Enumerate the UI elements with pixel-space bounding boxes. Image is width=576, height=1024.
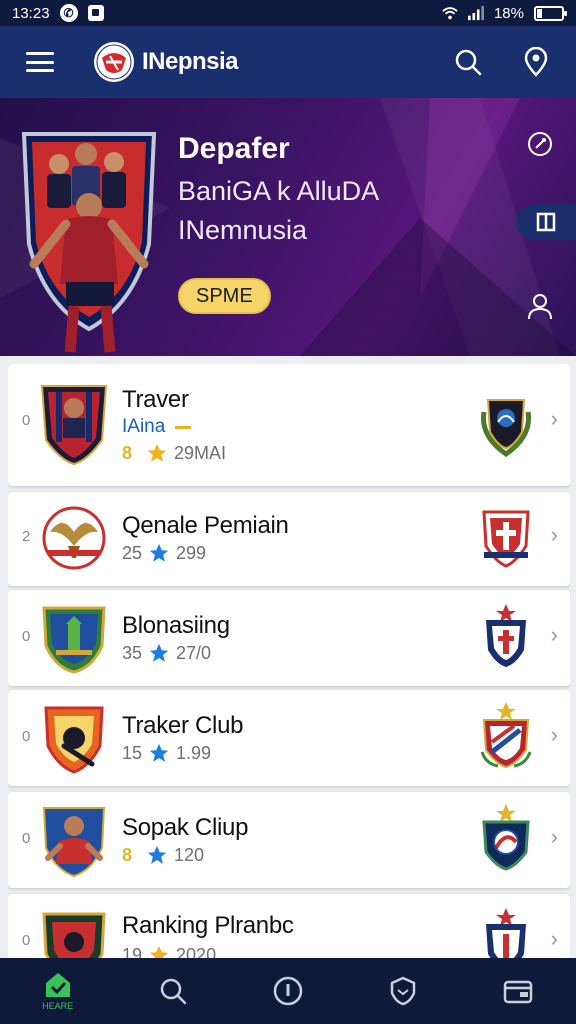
item-name: Qenale Pemiain [122,512,289,539]
star-icon [147,845,167,864]
eagle-crest-icon [42,506,106,570]
item-meta: 15 1.99 [122,742,211,764]
item-rank: 0 [22,830,31,847]
star-icon [149,543,169,562]
battery-fill [537,8,542,18]
wifi-icon [442,5,458,21]
item-name: Blonasiing [122,612,230,639]
search-icon [160,978,187,1005]
hero-subtitle-2: INemnusia [178,215,308,245]
item-sub-text: IAina [122,416,166,437]
chevron-right-icon: › [550,522,558,547]
user-icon[interactable] [524,290,556,322]
list-item[interactable]: 0 Ranking Plranbc 19 2020 › [8,894,570,960]
chevron-right-icon: › [550,406,558,431]
chevron-right-icon: › [550,622,558,647]
blue-star-crest-icon [486,604,526,667]
player-crest-icon [40,385,108,466]
signal-icon [467,5,484,21]
home-icon [45,973,70,997]
whatsapp-icon: ✆ [59,4,78,22]
star-icon [147,443,167,462]
item-meta-right: 27/0 [176,642,212,663]
nav-wallet[interactable] [488,961,548,1021]
search-icon[interactable] [452,46,484,78]
nav-shield[interactable] [373,961,433,1021]
item-meta-right: 29MAI [174,442,227,463]
player2-crest-icon [42,807,106,878]
orange-crest-icon [44,706,104,774]
item-meta-left: 8 [122,844,133,865]
item-name: Ranking Plranbc [122,912,294,939]
item-name: Sopak Cliup [122,814,249,841]
item-subtitle: IAina [122,416,192,438]
item-rank: 0 [22,932,31,949]
list-item[interactable]: 0 Blonasiing 35 27/0 › [8,590,570,686]
item-name: Traver [122,386,189,413]
item-name: Traker Club [122,712,244,739]
list-item[interactable]: 0 Traver IAina 8 29MAI › [8,364,570,486]
compass-icon[interactable] [524,128,556,160]
dash-icon [175,425,192,429]
dark-crest-icon [42,912,106,960]
item-meta-left: 35 [122,642,143,663]
striped-crest-icon [480,702,532,769]
status-time: 13:23 [12,4,50,22]
menu-icon[interactable] [24,48,56,76]
list-item[interactable]: 0 Traker Club 15 1.99 › [8,690,570,786]
wreath-crest-icon [480,399,532,458]
navy-crest-icon [482,804,530,871]
notification-icon [87,5,104,21]
item-meta-left: 8 [122,442,133,463]
nav-search[interactable] [143,961,203,1021]
hero-player-image [21,132,157,353]
battery-percent: 18% [493,4,524,22]
item-meta: 8 120 [122,844,204,866]
green-tower-crest-icon [42,606,106,674]
shield-icon [390,976,416,1006]
star-icon [149,643,169,662]
red-shield-crest-icon [482,510,530,568]
location-icon[interactable] [520,46,552,78]
nav-info[interactable] [258,961,318,1021]
battery-icon [534,5,567,21]
item-meta-right: 120 [174,844,205,865]
blue-red-crest-icon [486,908,526,960]
ranking-list: 0 Traver IAina 8 29MAI › 2 Qenale Pemiai… [8,364,570,960]
hero-banner: Depafer BaniGA k AlluDA INemnusia SPME [0,98,576,356]
nav-home[interactable]: HEARE [28,961,88,1021]
chevron-right-icon: › [550,722,558,747]
item-rank: 2 [22,528,31,545]
info-icon [273,976,303,1006]
item-meta-left: 25 [122,542,143,563]
item-meta-right: 1.99 [176,742,212,763]
item-rank: 0 [22,628,31,645]
chevron-right-icon: › [550,926,558,951]
bottom-nav: HEARE [0,958,576,1024]
item-rank: 0 [22,412,31,429]
wallet-icon [504,980,533,1004]
status-bar: 13:23 ✆ 18% [0,0,576,26]
item-meta: 35 27/0 [122,642,211,664]
app-bar: INepnsia [0,26,576,98]
chevron-right-icon: › [550,824,558,849]
star-icon [149,743,169,762]
item-meta: 25 299 [122,542,206,564]
item-meta: 8 29MAI [122,442,226,464]
nav-home-label: HEARE [42,1001,74,1011]
item-rank: 0 [22,728,31,745]
logo-icon [94,42,134,82]
list-item[interactable]: 2 Qenale Pemiain 25 299 › [8,492,570,586]
hero-subtitle: BaniGA k AlluDA [178,176,380,206]
bracket-icon[interactable] [516,204,576,240]
hero-action-button[interactable]: SPME [178,278,271,314]
item-meta-left: 15 [122,742,143,763]
app-title: INepnsia [142,48,239,75]
item-meta-right: 299 [176,542,207,563]
list-item[interactable]: 0 Sopak Cliup 8 120 › [8,792,570,888]
hero-title: Depafer [178,132,290,165]
